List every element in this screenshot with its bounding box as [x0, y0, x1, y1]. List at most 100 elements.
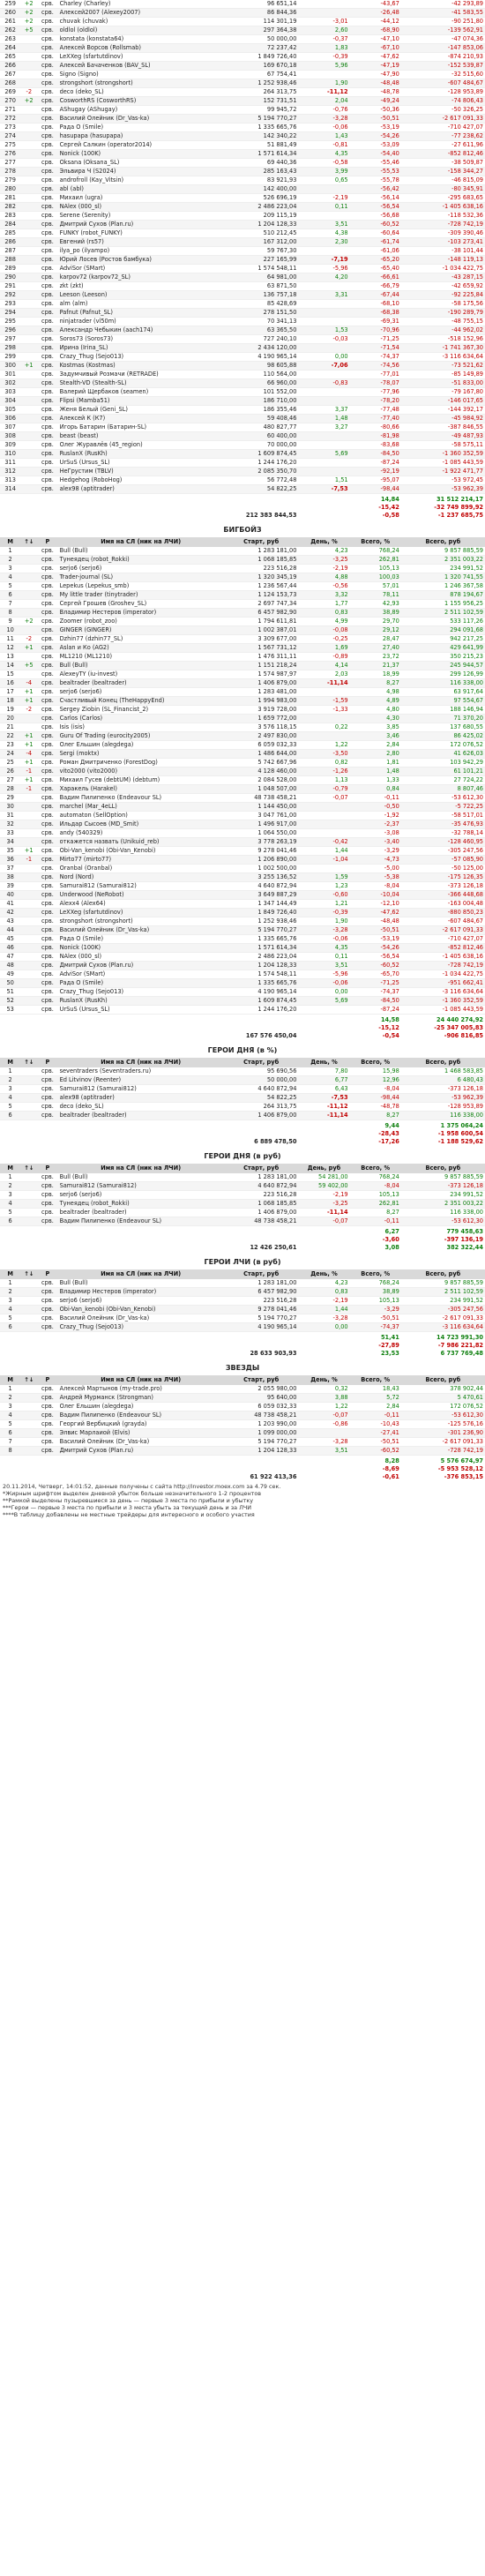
total-rub-cell: 137 680,55 [400, 723, 485, 732]
table-row: 5 срв. deco (deko_SL) 264 313,75 -11,12 -48,7… [0, 1102, 485, 1112]
column-header: Старт, руб [223, 1269, 299, 1279]
status-cell: срв. [37, 458, 58, 468]
rank-cell: 3 [0, 1296, 21, 1306]
total-pct-cell: 4,30 [349, 714, 401, 723]
rank-cell: 26 [0, 767, 21, 776]
start-capital-cell: 1 002 500,00 [223, 864, 299, 873]
total-rub-cell: -41 583,55 [400, 8, 485, 18]
total-pct-cell: -50,51 [349, 1437, 401, 1447]
rank-cell: 5 [0, 1208, 21, 1217]
status-cell: срв. [37, 996, 58, 1006]
trader-name-cell: откажется назвать (Unikuid_reb) [57, 837, 224, 847]
status-cell: срв. [37, 70, 58, 79]
move-cell [20, 273, 38, 282]
rank-cell: 4 [0, 1411, 21, 1420]
total-pct-cell: -0,11 [349, 1411, 401, 1420]
trader-name-cell: Василий Олейник (Dr_Vas-ka) [57, 925, 224, 935]
rank-cell: 25 [0, 758, 21, 768]
day-pct-cell: -0,81 [298, 140, 350, 150]
status-cell: срв. [37, 476, 58, 485]
start-capital-cell: 1 244 176,20 [223, 458, 299, 468]
total-pct-cell: 8,27 [349, 1208, 401, 1217]
start-capital-cell: 1 099 000,00 [223, 1428, 299, 1438]
total-pct-cell: 18,99 [349, 670, 401, 679]
table-row: 47 срв. NAlex (000_sl) 2 486 223,04 0,11 -56,… [0, 952, 485, 962]
trader-name-cell: Дмитрий Сухов (Plan.ru) [57, 1446, 224, 1456]
day-pct-cell: -7,53 [298, 1093, 350, 1103]
rank-cell: 261 [0, 17, 21, 26]
start-capital-cell: 1 476 311,11 [223, 652, 299, 662]
rank-cell: 2 [0, 1393, 21, 1403]
total-pct-cell: -50,51 [349, 114, 401, 124]
day-pct-cell: -0,07 [298, 1217, 350, 1226]
start-capital-cell: 5 742 667,96 [223, 758, 299, 768]
top-total-plus-pct: 14,84 [380, 496, 399, 503]
total-rub-cell: -373 126,18 [400, 1084, 485, 1094]
trader-name-cell: AdviSor (SMart) [57, 264, 224, 273]
day-pct-cell: 2,60 [298, 26, 350, 35]
move-cell [20, 281, 38, 291]
total-rub-cell: -1 034 422,75 [400, 264, 485, 273]
trader-name-cell: RuslanX (RusKh) [57, 996, 224, 1006]
total-pct-cell: 4,98 [349, 687, 401, 697]
rank-cell: 29 [0, 793, 21, 803]
move-cell: +1 [20, 643, 38, 653]
trader-name-cell: Сергей Грошев (Groshev_SL) [57, 599, 224, 609]
move-cell [20, 352, 38, 362]
column-header: День, % [298, 537, 350, 547]
total-rub-cell: -852 812,46 [400, 943, 485, 953]
total-pct-cell: -1,92 [349, 811, 401, 820]
status-cell: срв. [37, 423, 58, 432]
heroes-day-pct-totals: 9,44 1 375 064,24 -28,43 -1 958 600,54 6 8… [0, 1122, 485, 1146]
table-row: 49 срв. AdviSor (SMart) 1 574 548,11 -5,96 -6… [0, 970, 485, 979]
day-pct-cell: 1,90 [298, 79, 350, 88]
total-pct-cell: -74,56 [349, 361, 401, 371]
column-header: ↑↓ [20, 1375, 38, 1385]
status-cell: срв. [37, 872, 58, 882]
move-cell [20, 917, 38, 926]
day-pct-cell: -3,28 [298, 1437, 350, 1447]
column-header: Р [37, 1269, 58, 1279]
day-pct-cell: -11,12 [298, 87, 350, 97]
trader-name-cell: Nonick (100K) [57, 149, 224, 159]
day-pct-cell: 1,44 [298, 1305, 350, 1314]
start-capital-cell: 54 822,25 [223, 484, 299, 494]
hlr-total-minus-rub: -7 986 221,82 [437, 1342, 483, 1349]
total-rub-cell: 63 917,64 [400, 687, 485, 697]
trader-name-cell: serjo6 (serjo6) [57, 1190, 224, 1200]
move-cell [20, 123, 38, 132]
status-cell: срв. [37, 1075, 58, 1085]
total-pct-cell: -60,64 [349, 228, 401, 238]
start-capital-cell: 5 194 770,27 [223, 114, 299, 124]
move-cell: +1 [20, 361, 38, 371]
total-rub-cell: -2 617 091,33 [400, 1314, 485, 1323]
stars-totals: 8,28 5 576 674,97 -8,69 -5 953 528,12 61 9… [0, 1457, 485, 1481]
day-pct-cell: 0,82 [298, 758, 350, 768]
total-pct-cell: -77,01 [349, 370, 401, 379]
start-capital-cell: 110 564,00 [223, 370, 299, 379]
total-pct-cell: -43,67 [349, 0, 401, 9]
start-capital-cell: 72 237,42 [223, 43, 299, 53]
status-cell: срв. [37, 123, 58, 132]
rank-cell: 259 [0, 0, 21, 9]
start-capital-cell: 98 605,88 [223, 361, 299, 371]
status-cell: срв. [37, 1217, 58, 1226]
trader-name-cell: Obi-Van_kenobi (Obi-Van_Kenobi) [57, 1305, 224, 1314]
column-header: ↑↓ [20, 537, 38, 547]
total-rub-cell: -2 617 091,33 [400, 114, 485, 124]
trader-name-cell: karpov72 (karpov72_SL) [57, 273, 224, 282]
rank-cell: 308 [0, 431, 21, 441]
trader-name-cell: Crazy_Thug (Sejo013) [57, 1322, 224, 1332]
total-pct-cell: 8,27 [349, 678, 401, 688]
column-header: Имя на СЛ (ник на ЛЧИ) [57, 1269, 224, 1279]
start-capital-cell: 223 516,28 [223, 564, 299, 573]
table-row: 297 срв. Soros73 (Soros73) 727 240,10 -0,03-… [0, 334, 485, 344]
move-cell [20, 872, 38, 882]
table-row: 265 срв. LeXXeg (sfartutdinov) 1 849 726,40… [0, 52, 485, 62]
total-pct-cell: -12,10 [349, 899, 401, 909]
table-row: 14 +5 срв. Bull (Bull) 1 151 218,24 4,14 21,37… [0, 661, 485, 670]
start-capital-cell: 6 059 032,33 [223, 740, 299, 750]
start-capital-cell: 1 283 181,00 [223, 1173, 299, 1182]
status-cell: срв. [37, 908, 58, 917]
status-cell: срв. [37, 211, 58, 221]
